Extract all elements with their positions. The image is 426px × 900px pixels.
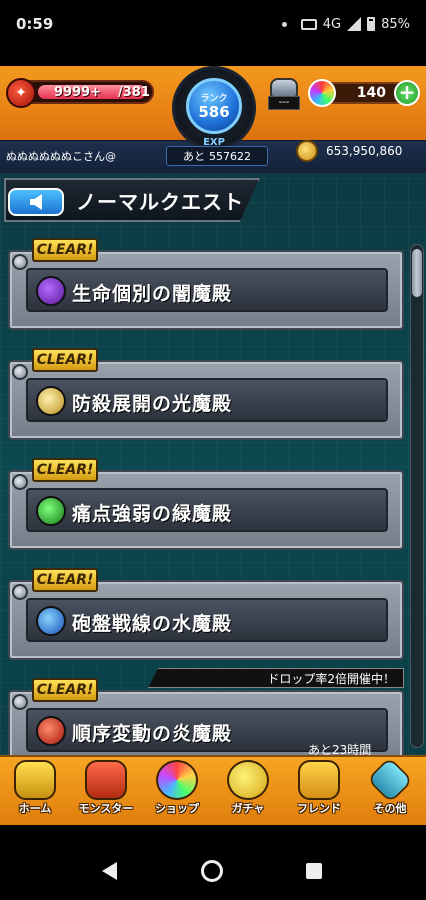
rank-badge[interactable]: ランク 586 EXP xyxy=(172,66,256,150)
pin-icon xyxy=(12,584,28,600)
dark-element-icon xyxy=(36,276,66,306)
pot-icon xyxy=(270,78,298,98)
stamina-max: /381 xyxy=(118,85,150,100)
android-back-icon[interactable] xyxy=(102,862,117,880)
rank-value: 586 xyxy=(198,103,230,121)
shop-icon xyxy=(156,760,198,800)
user-name: ぬぬぬぬぬぬこさん@ xyxy=(6,150,116,163)
quest-name: 痛点強弱の緑魔殿 xyxy=(72,503,233,525)
nav-friend[interactable]: フレンド xyxy=(284,758,354,822)
quest-name: 防殺展開の光魔殿 xyxy=(72,393,233,415)
clear-badge: CLEAR! xyxy=(32,238,98,262)
monster-icon xyxy=(85,760,127,800)
quest-name: 生命個別の闇魔殿 xyxy=(72,283,233,305)
battery-icon xyxy=(367,17,376,31)
clear-badge: CLEAR! xyxy=(32,678,98,702)
fire-element-icon xyxy=(36,716,66,746)
stamina-current: 9999+ xyxy=(54,85,102,100)
water-element-icon xyxy=(36,606,66,636)
nav-label: フレンド xyxy=(297,802,341,815)
android-home-icon[interactable] xyxy=(201,860,223,882)
notification-dot-icon xyxy=(281,21,287,27)
exp-remaining: 557622 xyxy=(209,149,251,163)
quest-card-water[interactable]: CLEAR! 砲盤戦線の水魔殿 xyxy=(8,568,404,660)
wood-element-icon xyxy=(36,496,66,526)
status-bar: 0:59 4G 85% xyxy=(0,0,426,48)
quest-name: 順序変動の炎魔殿 xyxy=(72,723,233,745)
signal-icon xyxy=(347,17,362,31)
friend-icon xyxy=(298,760,340,800)
exp-remaining-box: あと 557622 xyxy=(166,146,268,166)
page-title: ノーマルクエスト xyxy=(76,190,244,214)
nav-gacha[interactable]: ガチャ xyxy=(213,758,283,822)
battery-percent: 85% xyxy=(381,16,410,32)
orb-count: 140 xyxy=(356,85,386,101)
status-icons: 4G 85% xyxy=(281,16,410,32)
nav-label: ホーム xyxy=(18,802,52,815)
android-recents-icon[interactable] xyxy=(306,863,322,879)
gold-coin-icon xyxy=(296,140,318,162)
gacha-icon xyxy=(227,760,269,800)
gold-value: 653,950,860 xyxy=(326,144,403,158)
scrollbar[interactable] xyxy=(410,244,424,748)
status-time: 0:59 xyxy=(16,15,54,33)
network-type: 4G xyxy=(322,16,342,32)
light-element-icon xyxy=(36,386,66,416)
orb-icon xyxy=(308,79,336,107)
add-orb-button[interactable]: + xyxy=(394,80,420,106)
exp-prefix: あと xyxy=(183,150,205,163)
nav-label: その他 xyxy=(373,802,407,815)
nav-shop[interactable]: ショップ xyxy=(142,758,212,822)
nav-monster[interactable]: モンスター xyxy=(71,758,141,822)
pot-label: --- xyxy=(268,96,300,110)
nav-home[interactable]: ホーム xyxy=(0,758,70,822)
nav-label: モンスター xyxy=(78,802,134,815)
orb-counter[interactable]: 140 + xyxy=(308,79,420,107)
stamina-icon: ✦ xyxy=(6,78,36,108)
voicemail-icon xyxy=(300,18,317,30)
back-arrow-icon xyxy=(30,194,42,210)
clear-badge: CLEAR! xyxy=(32,348,98,372)
clear-badge: CLEAR! xyxy=(32,458,98,482)
pin-icon xyxy=(12,474,28,490)
quest-card-wood[interactable]: CLEAR! 痛点強弱の緑魔殿 xyxy=(8,458,404,550)
back-button[interactable] xyxy=(8,188,64,216)
stamina-gauge[interactable]: ✦ 9999+ /381 xyxy=(6,78,154,108)
nav-label: ガチャ xyxy=(231,802,265,815)
scroll-thumb[interactable] xyxy=(412,249,422,297)
drop-rate-banner: ドロップ率2倍開催中！ xyxy=(148,668,404,688)
home-icon xyxy=(14,760,56,800)
orb-pot[interactable]: --- xyxy=(268,78,300,112)
clear-badge: CLEAR! xyxy=(32,568,98,592)
nav-other[interactable]: その他 xyxy=(355,756,425,822)
pin-icon xyxy=(12,364,28,380)
quest-card-dark[interactable]: CLEAR! 生命個別の闇魔殿 xyxy=(8,238,404,330)
quest-card-light[interactable]: CLEAR! 防殺展開の光魔殿 xyxy=(8,348,404,440)
rank-orb: ランク 586 xyxy=(186,78,242,134)
pin-icon xyxy=(12,254,28,270)
nav-label: ショップ xyxy=(155,802,199,815)
other-icon xyxy=(366,756,414,804)
pin-icon xyxy=(12,694,28,710)
quest-name: 砲盤戦線の水魔殿 xyxy=(72,613,233,635)
